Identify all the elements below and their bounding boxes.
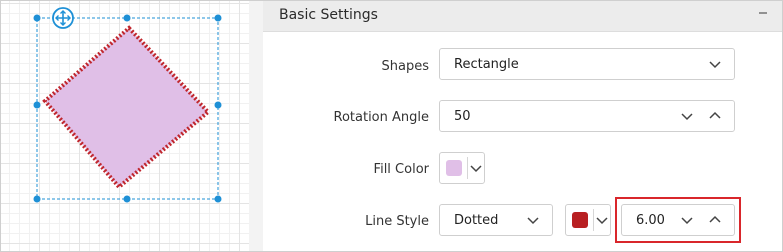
properties-panel: Basic Settings Shapes Rectangle Rotation… <box>249 1 782 251</box>
divider <box>467 157 468 179</box>
rotation-angle-label: Rotation Angle <box>333 110 430 125</box>
rotation-angle-stepper[interactable]: 50 <box>439 100 735 132</box>
rotation-angle-value: 50 <box>454 109 471 124</box>
line-style-dropdown[interactable]: Dotted <box>439 204 553 236</box>
shapes-dropdown[interactable]: Rectangle <box>439 48 735 80</box>
chevron-down-icon[interactable] <box>680 109 694 123</box>
fill-color-swatch <box>446 160 462 176</box>
resize-handle-top-right[interactable] <box>214 14 222 22</box>
line-width-value: 6.00 <box>636 213 665 228</box>
resize-handle-bottom-left[interactable] <box>33 195 41 203</box>
resize-handle-bottom-right[interactable] <box>214 195 222 203</box>
chevron-down-icon[interactable] <box>680 213 694 227</box>
panel-title: Basic Settings <box>279 7 378 23</box>
shapes-value: Rectangle <box>454 57 519 72</box>
line-width-stepper[interactable]: 6.00 <box>621 204 735 236</box>
fill-color-label: Fill Color <box>373 162 429 177</box>
chevron-down-icon[interactable] <box>469 161 483 175</box>
resize-handle-bottom[interactable] <box>123 195 131 203</box>
canvas-svg <box>33 7 222 203</box>
shapes-label: Shapes <box>381 59 429 74</box>
chevron-up-icon[interactable] <box>708 109 722 123</box>
diagram-canvas[interactable] <box>1 1 249 251</box>
fill-color-picker[interactable] <box>439 152 485 184</box>
resize-handle-left[interactable] <box>33 101 41 109</box>
line-style-label: Line Style <box>365 214 429 229</box>
app-frame: Basic Settings Shapes Rectangle Rotation… <box>0 0 783 252</box>
divider <box>593 209 594 231</box>
chevron-down-icon[interactable] <box>708 57 722 71</box>
panel-body: Shapes Rectangle Rotation Angle 50 Fill … <box>263 32 782 251</box>
minus-icon[interactable] <box>756 6 770 20</box>
resize-handle-right[interactable] <box>214 101 222 109</box>
chevron-down-icon[interactable] <box>595 213 609 227</box>
rotated-rectangle-shape[interactable] <box>42 25 211 190</box>
line-style-value: Dotted <box>454 213 499 228</box>
chevron-down-icon[interactable] <box>526 213 540 227</box>
chevron-up-icon[interactable] <box>708 213 722 227</box>
move-handle-icon[interactable] <box>52 7 74 29</box>
resize-handle-top-left[interactable] <box>33 14 41 22</box>
panel-header[interactable]: Basic Settings <box>263 1 782 32</box>
line-color-picker[interactable] <box>565 204 611 236</box>
line-color-swatch <box>572 212 588 228</box>
resize-handle-top[interactable] <box>123 14 131 22</box>
